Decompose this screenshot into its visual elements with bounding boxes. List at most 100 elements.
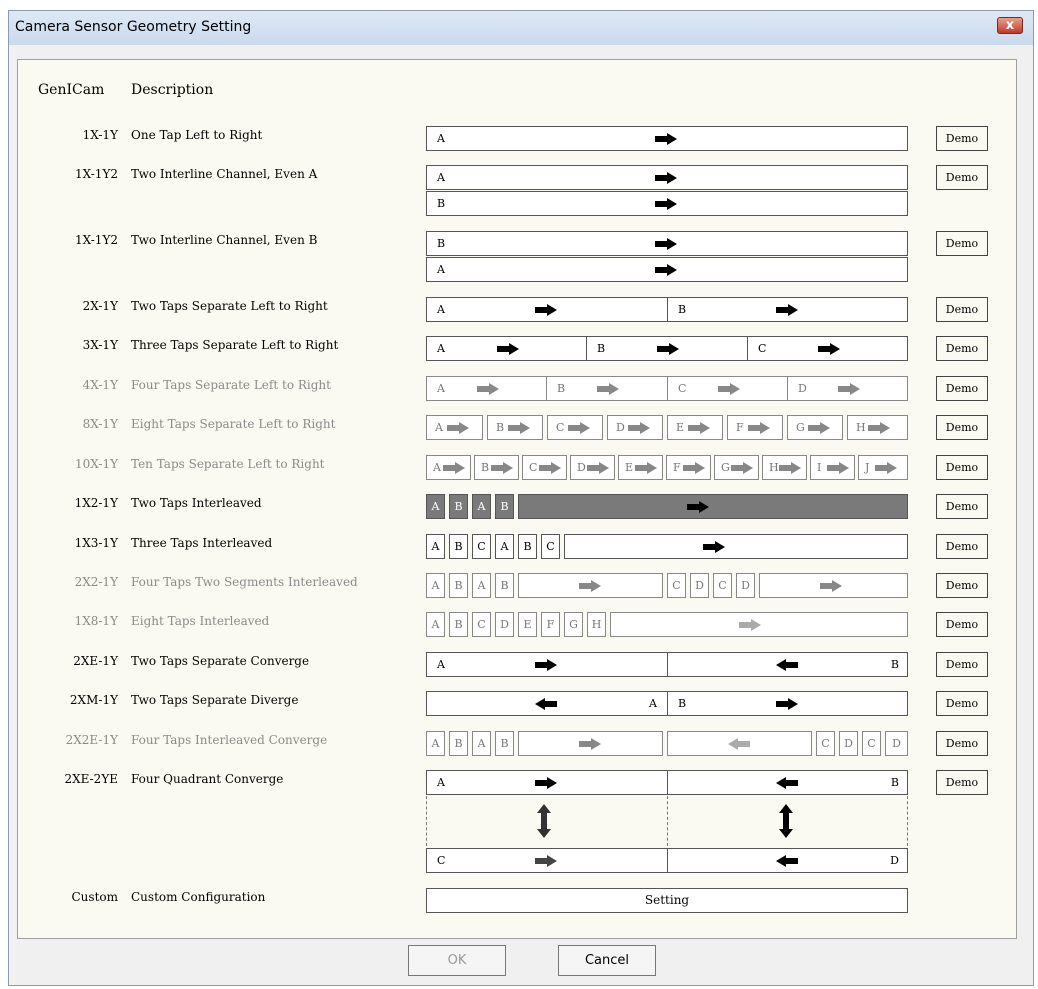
genicam-code: 2XM-1Y [69,693,118,707]
arrow-right-icon [477,383,499,395]
tap-box [518,573,663,598]
demo-button[interactable]: Demo [936,612,988,637]
window-title: Camera Sensor Geometry Setting [15,19,252,35]
tap-box: A [472,494,491,519]
genicam-code: 2XE-1Y [73,654,118,668]
arrow-right-icon [539,462,561,474]
tap-label: E [676,421,685,434]
demo-button[interactable]: Demo [936,231,988,256]
arrow-right-icon [579,580,601,592]
arrow-right-icon [497,343,519,355]
tap-label: B [890,658,899,671]
demo-button[interactable]: Demo [936,691,988,716]
demo-button[interactable]: Demo [936,336,988,361]
demo-button[interactable]: Demo [936,126,988,151]
tap-segment: B [668,653,909,676]
tap-box: B [495,573,514,598]
arrow-right-icon [868,422,890,434]
tap-box: G [564,612,583,637]
tap-layout-bar: A B C D E F G H I J [426,455,908,480]
tap-box: G [714,455,759,480]
tap-box: E [518,612,537,637]
genicam-code: Custom [71,890,119,904]
demo-button[interactable]: Demo [936,770,988,795]
demo-button[interactable]: Demo [936,731,988,756]
tap-label: A [437,303,445,316]
arrow-right-icon [875,462,897,474]
arrow-right-icon [718,383,740,395]
tap-box: B [518,534,537,559]
arrow-right-icon [579,738,601,750]
tap-box: F [541,612,560,637]
tap-box: D [736,573,755,598]
demo-button[interactable]: Demo [936,455,988,480]
tap-box: B [449,494,468,519]
demo-button[interactable]: Demo [936,415,988,440]
tap-label: E [625,461,634,474]
arrow-right-icon [687,501,709,513]
arrow-right-icon [447,422,469,434]
genicam-code: 8X-1Y [82,417,118,431]
tap-segment: B [668,692,909,715]
genicam-code: 1X8-1Y [74,614,118,628]
tap-label: H [769,461,779,474]
close-button[interactable]: x [997,17,1023,34]
tap-layout-bar: A B [426,297,908,322]
arrow-right-icon [535,855,557,867]
header-genicam: GenICam [38,82,105,98]
arrow-right-icon [443,462,465,474]
tap-layout-bar: A B [426,652,908,677]
genicam-code: 1X-1Y2 [75,167,118,181]
arrow-right-icon [808,422,830,434]
demo-button[interactable]: Demo [936,297,988,322]
tap-label: G [796,421,805,434]
arrow-right-icon [635,462,657,474]
tap-layout-bar: A B C D E F G H [426,612,908,637]
arrow-right-icon [703,541,725,553]
tap-label: F [673,461,681,474]
tap-label: B [496,421,505,434]
tap-box: H [762,455,807,480]
tap-box: H [847,415,908,440]
tap-layout-bar: A [426,257,908,282]
tap-box: B [495,731,514,756]
tap-segment: A [427,337,587,360]
arrow-right-icon [827,462,849,474]
arrow-right-icon [655,264,677,276]
geometry-description: Four Taps Two Segments Interleaved [131,575,358,589]
genicam-code: 4X-1Y [82,378,118,392]
tap-label: A [437,132,445,145]
arrow-right-icon [587,462,609,474]
arrow-updown-icon [779,804,793,842]
demo-button[interactable]: Demo [936,534,988,559]
cancel-button[interactable]: Cancel [558,945,656,976]
arrow-right-icon [776,698,798,710]
setting-button[interactable]: Setting [426,888,908,913]
arrow-right-icon [628,422,650,434]
demo-button[interactable]: Demo [936,494,988,519]
demo-button[interactable]: Demo [936,376,988,401]
geometry-description: Two Taps Separate Left to Right [131,299,328,313]
tap-box: C [816,731,835,756]
tap-segment: B [547,377,668,400]
geometry-description: Eight Taps Separate Left to Right [131,417,336,431]
tap-box: C [667,573,686,598]
tap-label: C [758,342,767,355]
arrow-left-icon [776,855,798,867]
genicam-code: 2X2E-1Y [65,733,118,747]
tap-segment: A [427,298,668,321]
arrow-right-icon [597,383,619,395]
ok-button[interactable]: OK [408,945,506,976]
title-bar: Camera Sensor Geometry Setting x [9,11,1033,45]
tap-label: B [890,776,899,789]
demo-button[interactable]: Demo [936,165,988,190]
tap-box: C [547,415,603,440]
tap-box: C [713,573,732,598]
tap-box: I [810,455,855,480]
demo-button[interactable]: Demo [936,652,988,677]
geometry-description: Two Taps Separate Converge [131,654,310,668]
tap-box: F [727,415,783,440]
arrow-left-icon [728,738,750,750]
demo-button[interactable]: Demo [936,573,988,598]
tap-label: H [856,421,866,434]
